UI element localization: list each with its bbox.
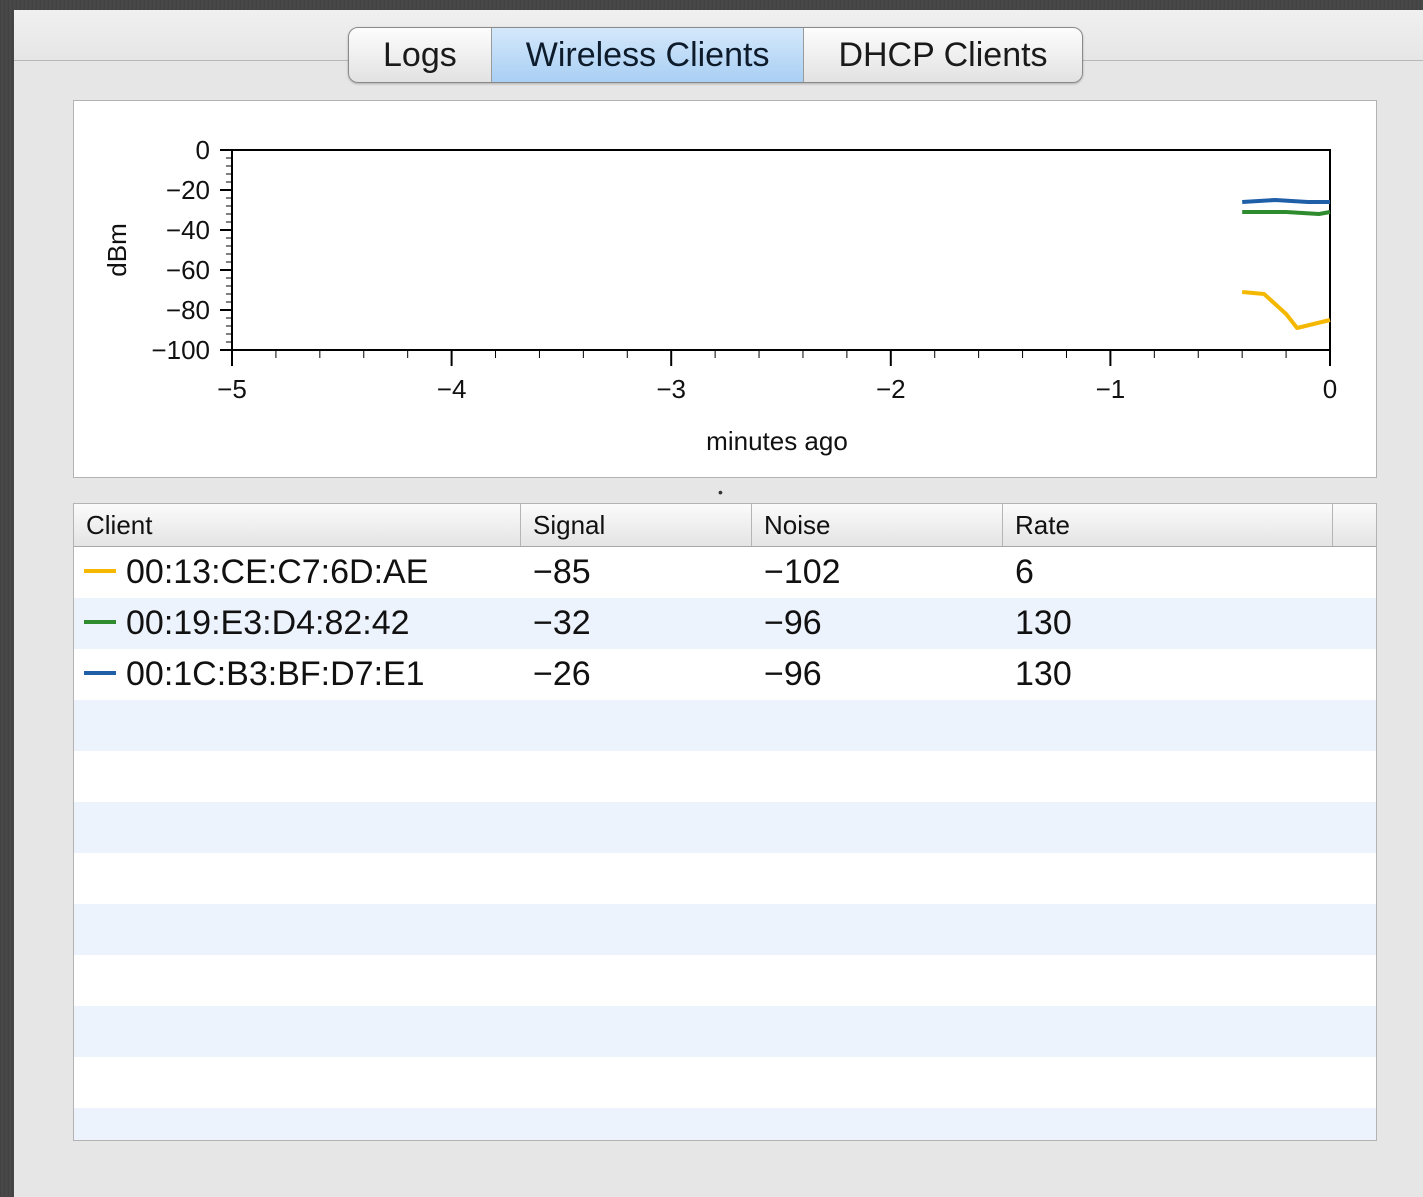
column-header-noise[interactable]: Noise — [752, 504, 1003, 546]
y-tick-label: −60 — [166, 255, 210, 285]
series-color-swatch — [84, 569, 116, 574]
table-row[interactable]: 00:1C:B3:BF:D7:E1 −26 −96 130 — [74, 649, 1376, 700]
cell-signal: −32 — [533, 604, 591, 642]
series-color-swatch — [84, 620, 116, 625]
y-tick-label: −40 — [166, 215, 210, 245]
x-tick-label: −1 — [1096, 374, 1126, 404]
cell-client: 00:13:CE:C7:6D:AE — [74, 553, 521, 592]
tab-dhcp-clients[interactable]: DHCP Clients — [804, 28, 1081, 82]
table-row[interactable]: 00:13:CE:C7:6D:AE −85 −102 6 — [74, 547, 1376, 598]
x-tick-label: −2 — [876, 374, 906, 404]
cell-rate: 130 — [1015, 604, 1072, 642]
cell-signal: −85 — [533, 553, 591, 591]
cell-noise: −96 — [764, 655, 822, 693]
table-row[interactable]: 00:19:E3:D4:82:42 −32 −96 130 — [74, 598, 1376, 649]
empty-table-row — [74, 955, 1376, 1006]
x-axis-label: minutes ago — [706, 426, 848, 456]
column-header-signal[interactable]: Signal — [521, 504, 752, 546]
client-mac-address: 00:1C:B3:BF:D7:E1 — [126, 655, 425, 693]
series-line — [1242, 210, 1331, 216]
tab-bar: Logs Wireless Clients DHCP Clients — [348, 27, 1083, 83]
column-header-extra — [1333, 504, 1376, 546]
empty-table-row — [74, 700, 1376, 751]
column-header-client[interactable]: Client — [74, 504, 521, 546]
y-tick-label: 0 — [196, 135, 210, 165]
y-tick-label: −100 — [151, 335, 210, 365]
empty-table-row — [74, 853, 1376, 904]
series-line — [1242, 198, 1330, 204]
signal-chart: 0 −20 −40 −60 −80 −100−5 −4 −3 −2 −1 0 minutes ago d… — [102, 135, 1337, 456]
cell-client: 00:1C:B3:BF:D7:E1 — [74, 655, 521, 694]
empty-table-row — [74, 1108, 1376, 1140]
x-tick-label: −4 — [437, 374, 467, 404]
y-axis-label: dBm — [102, 223, 132, 276]
cell-client: 00:19:E3:D4:82:42 — [74, 604, 521, 643]
x-tick-label: 0 — [1323, 374, 1337, 404]
plot-frame — [231, 149, 1331, 351]
cell-rate: 130 — [1015, 655, 1072, 693]
tab-logs[interactable]: Logs — [349, 28, 492, 82]
empty-table-row — [74, 751, 1376, 802]
clients-table: Client Signal Noise Rate 00:13:CE:C7:6D:… — [73, 503, 1377, 1141]
x-tick-label: −5 — [217, 374, 247, 404]
signal-chart-panel: 0 −20 −40 −60 −80 −100 −5 −4 −3 −2 −1 0 minutes ago d… — [73, 100, 1377, 478]
empty-table-row — [74, 1006, 1376, 1057]
client-mac-address: 00:13:CE:C7:6D:AE — [126, 553, 429, 591]
y-tick-label: −80 — [166, 295, 210, 325]
table-header: Client Signal Noise Rate — [74, 504, 1376, 547]
client-mac-address: 00:19:E3:D4:82:42 — [126, 604, 410, 642]
splitter-handle[interactable]: • — [718, 484, 726, 500]
cell-noise: −102 — [764, 553, 841, 591]
series-color-swatch — [84, 671, 116, 676]
table-body: 00:13:CE:C7:6D:AE −85 −102 6 00:19:E3:D4:82:… — [74, 547, 1376, 1140]
empty-table-row — [74, 1057, 1376, 1108]
window: Logs Wireless Clients DHCP Clients 0 −20−… — [14, 10, 1423, 1197]
column-header-rate[interactable]: Rate — [1003, 504, 1333, 546]
empty-table-row — [74, 802, 1376, 853]
x-tick-label: −3 — [656, 374, 686, 404]
cell-rate: 6 — [1015, 553, 1034, 591]
empty-table-row — [74, 904, 1376, 955]
tab-wireless-clients[interactable]: Wireless Clients — [491, 28, 805, 82]
cell-signal: −26 — [533, 655, 591, 693]
cell-noise: −96 — [764, 604, 822, 642]
y-tick-label: −20 — [166, 175, 210, 205]
